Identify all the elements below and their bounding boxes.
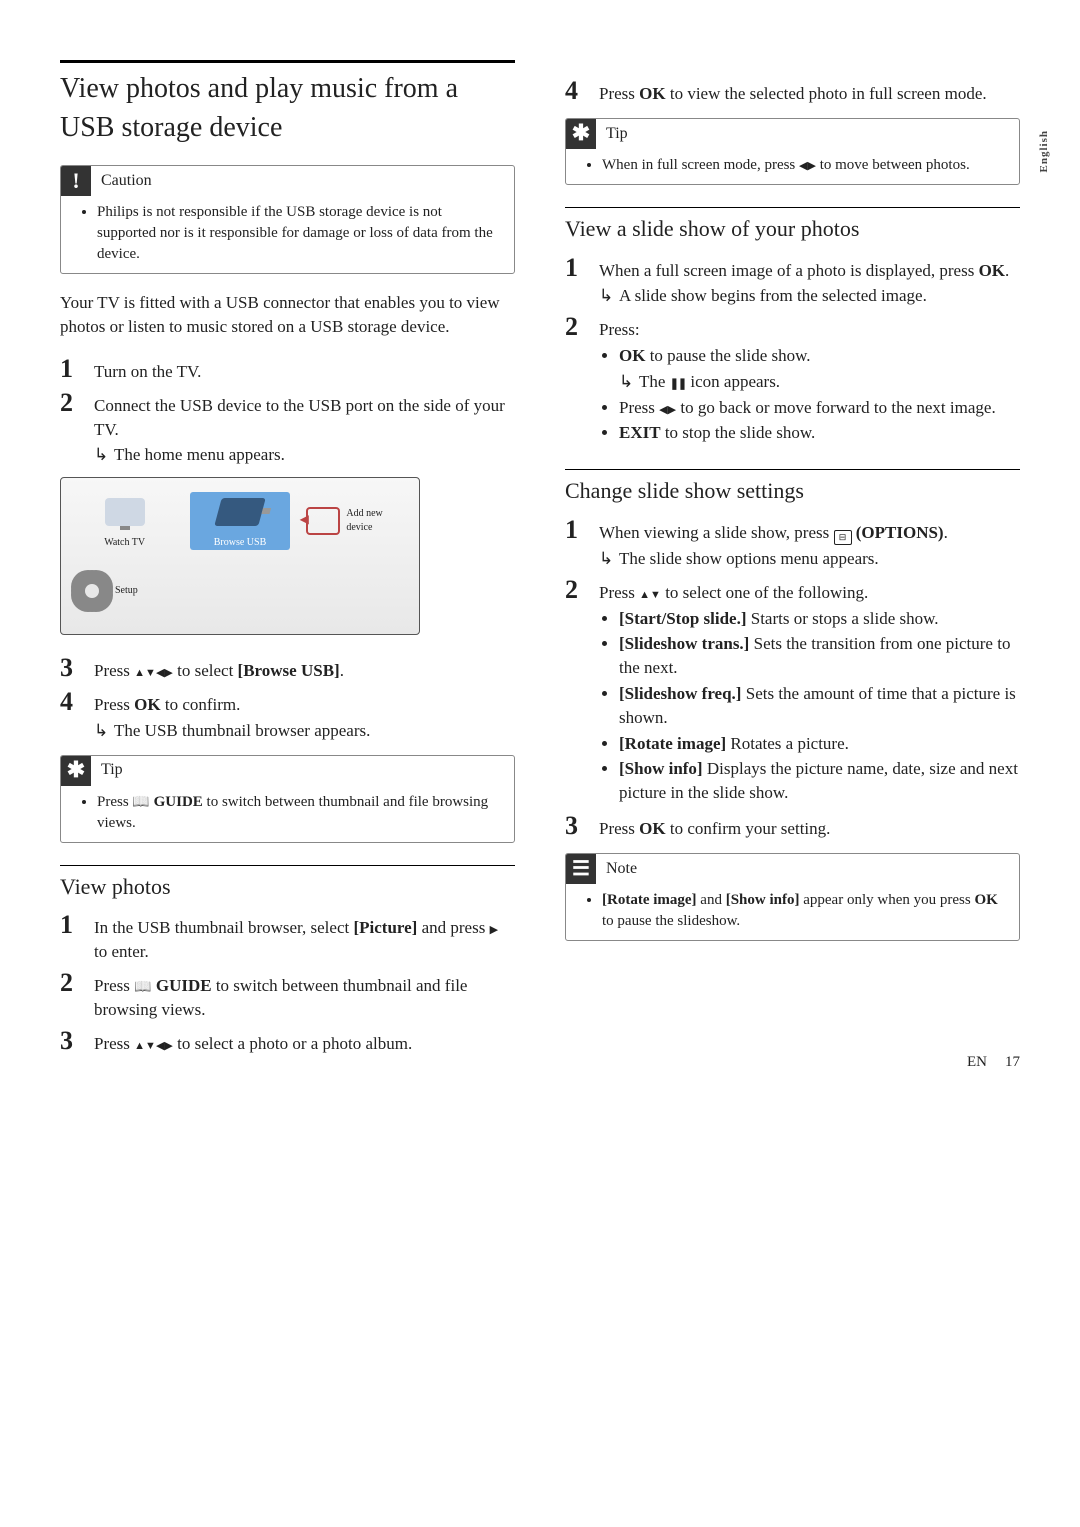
arrow-right-icon (164, 1034, 172, 1053)
tip-icon: ✱ (566, 119, 596, 149)
step-number: 1 (60, 356, 80, 382)
step-3: Press to select [Browse USB]. (94, 655, 515, 683)
arrow-right-icon (490, 918, 498, 937)
opt-rotate: [Rotate image] Rotates a picture. (619, 732, 1020, 756)
view-photos-steps: 1 In the USB thumbnail browser, select [… (60, 912, 515, 1055)
menu-browse-usb: Browse USB (190, 492, 289, 550)
setup-steps: 1 Turn on the TV. 2 Connect the USB devi… (60, 356, 515, 467)
pause-icon (670, 372, 686, 391)
language-tab: English (1037, 130, 1052, 172)
menu-watch-tv: Watch TV (75, 492, 174, 550)
tip-1-text: Press GUIDE to switch between thumbnail … (97, 792, 502, 834)
arrow-right-icon (668, 398, 676, 417)
ss-bullet-nav: Press to go back or move forward to the … (619, 396, 1020, 420)
step-number: 1 (565, 517, 585, 543)
section-title: View photos and play music from a USB st… (60, 60, 515, 147)
caution-text: Philips is not responsible if the USB st… (97, 202, 502, 265)
settings-heading: Change slide show settings (565, 469, 1020, 507)
ss-step-1: When a full screen image of a photo is d… (599, 255, 1020, 309)
footer-page: 17 (1005, 1052, 1020, 1073)
page-footer: EN 17 (967, 1052, 1020, 1073)
arrow-down-icon (145, 661, 156, 680)
step-number: 3 (60, 1028, 80, 1054)
set-step-2: Press to select one of the following. [S… (599, 577, 1020, 807)
ss-bullet-exit: EXIT to stop the slide show. (619, 421, 1020, 445)
menu-add-device: Add new device (306, 492, 405, 550)
tip-label: Tip (606, 123, 628, 145)
book-icon (132, 794, 149, 810)
ss-bullet-ok: OK to pause the slide show. The icon app… (619, 344, 1020, 394)
slideshow-steps: 1 When a full screen image of a photo is… (565, 255, 1020, 448)
opt-freq: [Slideshow freq.] Sets the amount of tim… (619, 682, 1020, 730)
options-icon: ⊟ (834, 530, 852, 545)
home-menu-screenshot: Watch TV Browse USB Add new device Setup (60, 477, 420, 635)
arrow-up-icon (134, 661, 145, 680)
vp-step-3: Press to select a photo or a photo album… (94, 1028, 515, 1056)
arrow-left-icon (799, 157, 807, 173)
arrow-right-icon (808, 157, 816, 173)
tip-icon: ✱ (61, 756, 91, 786)
set-step-3: Press OK to confirm your setting. (599, 813, 1020, 841)
arrow-up-icon (639, 583, 650, 602)
step-4: Press OK to confirm. The USB thumbnail b… (94, 689, 515, 743)
step-2: Connect the USB device to the USB port o… (94, 390, 515, 467)
ss-step-1-result: A slide show begins from the selected im… (599, 284, 1020, 308)
caution-label: Caution (101, 170, 152, 192)
intro-text: Your TV is fitted with a USB connector t… (60, 291, 515, 339)
step-number: 2 (60, 390, 80, 416)
tv-icon (105, 498, 145, 526)
step-number: 2 (60, 970, 80, 996)
left-column: View photos and play music from a USB st… (60, 60, 515, 1063)
step-number: 1 (565, 255, 585, 281)
opt-trans: [Slideshow trans.] Sets the transition f… (619, 632, 1020, 680)
view-photos-heading: View photos (60, 865, 515, 903)
step-number: 4 (565, 78, 585, 104)
book-icon (134, 976, 151, 995)
step-4-result: The USB thumbnail browser appears. (94, 719, 515, 743)
arrow-down-icon (650, 583, 661, 602)
set-step-1: When viewing a slide show, press ⊟ (OPTI… (599, 517, 1020, 571)
tip-2-text: When in full screen mode, press to move … (602, 155, 1007, 176)
tip-label: Tip (101, 759, 123, 781)
right-column: 4 Press OK to view the selected photo in… (565, 60, 1020, 1063)
step-number: 1 (60, 912, 80, 938)
arrow-right-icon (164, 661, 172, 680)
ss-step-2: Press: OK to pause the slide show. The i… (599, 314, 1020, 447)
gear-icon (75, 574, 109, 608)
vp-step-4: Press OK to view the selected photo in f… (599, 78, 1020, 106)
step-number: 4 (60, 689, 80, 715)
tip-box-2: ✱ Tip When in full screen mode, press to… (565, 118, 1020, 185)
arrow-left-icon (659, 398, 667, 417)
add-device-icon (306, 507, 341, 535)
usb-icon (214, 498, 266, 526)
settings-steps: 1 When viewing a slide show, press ⊟ (OP… (565, 517, 1020, 841)
tip-box-1: ✱ Tip Press GUIDE to switch between thum… (60, 755, 515, 843)
menu-setup: Setup (75, 562, 174, 620)
step-number: 3 (565, 813, 585, 839)
note-text: [Rotate image] and [Show info] appear on… (602, 890, 1007, 932)
vp-step-1: In the USB thumbnail browser, select [Pi… (94, 912, 515, 964)
step-number: 2 (565, 314, 585, 340)
step-2-result: The home menu appears. (94, 443, 515, 467)
vp-step-2: Press GUIDE to switch between thumbnail … (94, 970, 515, 1022)
step-number: 3 (60, 655, 80, 681)
caution-icon: ! (61, 166, 91, 196)
set-step-1-result: The slide show options menu appears. (599, 547, 1020, 571)
step-number: 2 (565, 577, 585, 603)
arrow-up-icon (134, 1034, 145, 1053)
note-icon: ☰ (566, 854, 596, 884)
note-box: ☰ Note [Rotate image] and [Show info] ap… (565, 853, 1020, 941)
view-photos-steps-cont: 4 Press OK to view the selected photo in… (565, 78, 1020, 106)
opt-start-stop: [Start/Stop slide.] Starts or stops a sl… (619, 607, 1020, 631)
setup-steps-cont: 3 Press to select [Browse USB]. 4 Press … (60, 655, 515, 742)
note-label: Note (606, 858, 637, 880)
slideshow-heading: View a slide show of your photos (565, 207, 1020, 245)
opt-show-info: [Show info] Displays the picture name, d… (619, 757, 1020, 805)
step-1: Turn on the TV. (94, 356, 515, 384)
arrow-down-icon (145, 1034, 156, 1053)
caution-box: ! Caution Philips is not responsible if … (60, 165, 515, 274)
footer-lang: EN (967, 1052, 987, 1073)
